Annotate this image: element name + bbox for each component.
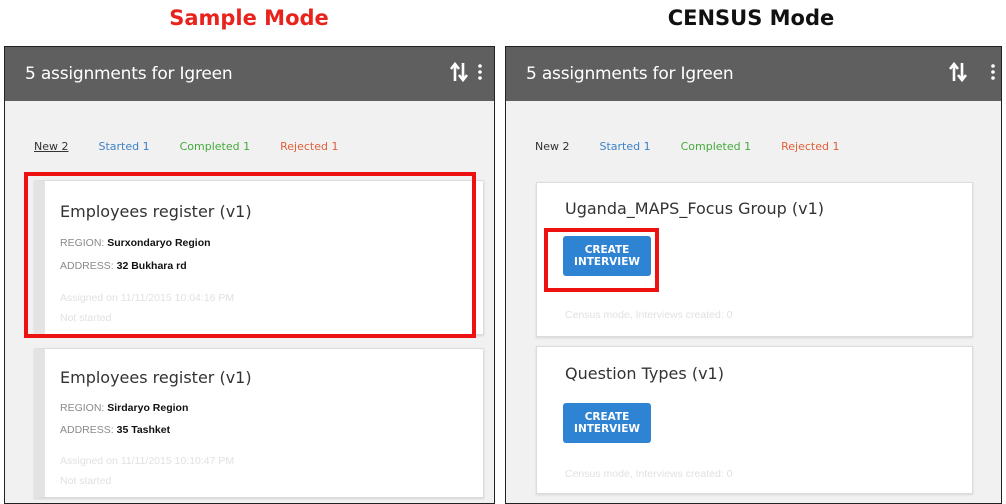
more-vert-icon[interactable] [477,63,483,81]
sample-mode-screen: 5 assignments for Igreen New 2 Started 1… [4,46,495,504]
card-title: Question Types (v1) [565,364,724,383]
highlight-box [544,228,659,292]
tab-completed[interactable]: Completed 1 [681,140,752,153]
assigned-date: Assigned on 11/11/2015 10:10:47 PM [60,455,235,467]
census-mode-caption: CENSUS Mode [667,6,835,30]
sync-arrows-icon[interactable] [448,60,470,84]
census-footer: Census mode, Interviews created: 0 [565,309,733,321]
questionnaire-card: Question Types (v1) CREATE INTERVIEW Cen… [536,346,973,494]
tab-started[interactable]: Started 1 [99,140,150,153]
app-bar: 5 assignments for Igreen [506,47,1001,101]
sync-arrows-icon[interactable] [947,60,969,84]
tab-new[interactable]: New 2 [34,140,69,153]
card-title: Employees register (v1) [60,368,252,387]
tab-completed[interactable]: Completed 1 [180,140,251,153]
card-title: Uganda_MAPS_Focus Group (v1) [565,199,825,218]
census-footer: Census mode, Interviews created: 0 [565,468,733,480]
more-vert-icon[interactable] [990,63,996,81]
app-bar-title: 5 assignments for Igreen [526,64,734,84]
status-text: Not started [60,475,112,487]
tab-new[interactable]: New 2 [535,140,570,153]
assignment-card[interactable]: Employees register (v1) REGION: Sirdaryo… [34,348,484,498]
app-bar: 5 assignments for Igreen [5,47,494,101]
status-tabs: New 2 Started 1 Completed 1 Rejected 1 [535,140,869,153]
sample-mode-caption: Sample Mode [169,6,329,30]
status-tabs: New 2 Started 1 Completed 1 Rejected 1 [34,140,368,153]
tab-rejected[interactable]: Rejected 1 [781,140,839,153]
highlight-box [24,172,476,338]
census-mode-screen: 5 assignments for Igreen New 2 Started 1… [505,46,1002,504]
address-field: ADDRESS: 35 Tashket [60,424,171,436]
create-interview-button[interactable]: CREATE INTERVIEW [563,403,651,443]
tab-started[interactable]: Started 1 [600,140,651,153]
tab-rejected[interactable]: Rejected 1 [280,140,338,153]
app-bar-title: 5 assignments for Igreen [25,64,233,84]
region-field: REGION: Sirdaryo Region [60,402,189,414]
